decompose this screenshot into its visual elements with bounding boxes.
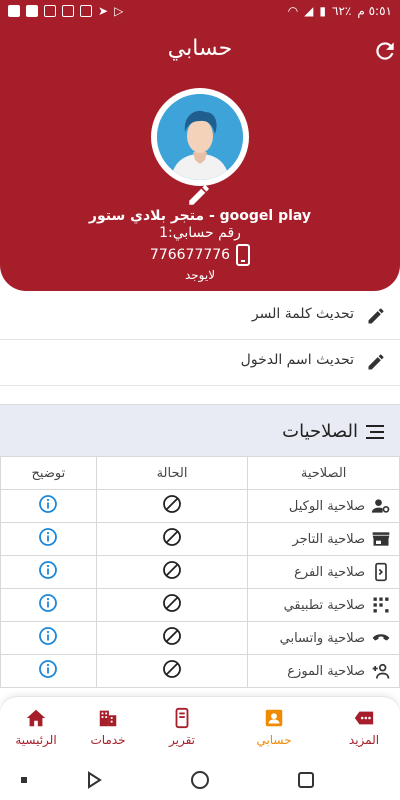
nav-more-label: المزيد xyxy=(348,733,380,747)
nav-home-label: الرئيسية xyxy=(15,733,57,747)
permissions-title: الصلاحيات xyxy=(282,421,358,442)
status-icons-left: ➤ ▷ xyxy=(8,4,123,18)
permission-name: صلاحية الفرع xyxy=(294,564,365,580)
notification-icon xyxy=(8,5,20,17)
nav-services-label: خدمات xyxy=(90,733,126,747)
app-bar: حسابي xyxy=(0,24,400,78)
disabled-status-icon xyxy=(163,528,181,546)
voicemail-icon xyxy=(62,5,74,17)
image-icon xyxy=(44,5,56,17)
home-circle-icon[interactable] xyxy=(188,768,212,792)
recents-square-icon[interactable] xyxy=(294,768,318,792)
table-row: صلاحية الموزع xyxy=(0,654,400,688)
nav-account[interactable]: حسابي xyxy=(238,707,310,755)
permissions-header: الصلاحيات xyxy=(0,404,400,456)
table-row: صلاحية الوكيل xyxy=(0,489,400,523)
back-triangle-icon[interactable] xyxy=(82,768,106,792)
table-row: صلاحية الفرع xyxy=(0,555,400,589)
avatar[interactable] xyxy=(151,88,249,186)
status-bar: ➤ ▷ ٥:٥١ م ٪٦٢ ▮ ◢ ◠ xyxy=(0,0,400,24)
phone-line: 776677776 xyxy=(0,244,400,266)
play-store-icon: ▷ xyxy=(114,4,124,18)
store-icon xyxy=(372,532,390,546)
column-status: الحالة xyxy=(95,456,249,490)
building-icon xyxy=(99,710,117,727)
update-username-label: تحديث اسم الدخول xyxy=(240,352,354,368)
avatar-image xyxy=(157,94,243,180)
disabled-status-icon xyxy=(163,594,181,612)
info-icon[interactable] xyxy=(38,626,58,646)
permissions-table: توضيح الحالة الصلاحية صلاحية الوكيل صلاح… xyxy=(0,456,400,688)
disabled-status-icon xyxy=(163,660,181,678)
disabled-status-icon xyxy=(163,561,181,579)
pencil-icon xyxy=(368,308,384,324)
notification-icon xyxy=(26,5,38,17)
update-password-label: تحديث كلمة السر xyxy=(251,306,354,322)
battery-level: ٪٦٢ xyxy=(332,4,352,18)
table-row: صلاحية التاجر xyxy=(0,522,400,556)
info-icon[interactable] xyxy=(38,494,58,514)
edit-avatar-icon[interactable] xyxy=(186,182,212,208)
update-username-row[interactable]: تحديث اسم الدخول xyxy=(0,340,400,386)
user-gear-icon xyxy=(371,499,390,513)
list-menu-icon xyxy=(366,425,384,439)
person-silhouette-icon xyxy=(157,94,243,180)
disabled-status-icon xyxy=(163,495,181,513)
nav-home[interactable]: الرئيسية xyxy=(0,707,72,755)
disabled-status-icon xyxy=(163,627,181,645)
info-icon[interactable] xyxy=(38,593,58,613)
account-card-icon xyxy=(265,709,283,727)
refresh-icon[interactable] xyxy=(372,38,398,64)
nav-account-label: حسابي xyxy=(256,733,292,747)
status-icons-right: ٥:٥١ م ٪٦٢ ▮ ◢ ◠ xyxy=(288,4,392,18)
store-name: googel play - متجر بلادي ستور xyxy=(88,208,312,224)
nav-more[interactable]: المزيد xyxy=(328,707,400,755)
people-add-icon xyxy=(372,663,390,679)
table-row: صلاحية تطبيقي xyxy=(0,588,400,622)
none-label: لايوجد xyxy=(184,268,216,282)
mobile-icon xyxy=(375,562,387,582)
report-phone-icon xyxy=(175,707,189,729)
permission-name: صلاحية الوكيل xyxy=(288,498,365,514)
signal-icon: ◢ xyxy=(304,4,314,18)
pencil-icon xyxy=(368,354,384,370)
wifi-icon: ◠ xyxy=(287,4,299,18)
info-icon[interactable] xyxy=(38,659,58,679)
battery-icon: ▮ xyxy=(319,4,327,18)
page-title: حسابي xyxy=(167,36,233,61)
nav-services[interactable]: خدمات xyxy=(72,707,144,755)
phone-handset-icon xyxy=(372,634,390,641)
table-row: صلاحية واتسابي xyxy=(0,621,400,655)
status-time: ٥:٥١ م xyxy=(357,4,392,18)
system-navigation-bar xyxy=(0,760,400,800)
permission-name: صلاحية الموزع xyxy=(287,663,365,679)
info-icon[interactable] xyxy=(38,560,58,580)
mobile-icon xyxy=(236,244,251,266)
permission-name: صلاحية واتسابي xyxy=(279,630,365,646)
laptop-icon xyxy=(80,5,92,17)
account-number: رقم حسابي:1 xyxy=(159,225,241,241)
info-icon[interactable] xyxy=(38,527,58,547)
telegram-icon: ➤ xyxy=(98,4,109,18)
bottom-navigation: المزيد حسابي تقرير خدمات الرئيسية xyxy=(0,696,400,760)
home-icon xyxy=(26,709,46,727)
grid-pattern-icon xyxy=(373,597,389,613)
update-password-row[interactable]: تحديث كلمة السر xyxy=(0,294,400,340)
more-tag-icon xyxy=(354,711,374,725)
table-header-row: توضيح الحالة الصلاحية xyxy=(0,456,400,490)
profile-header: googel play - متجر بلادي ستور رقم حسابي:… xyxy=(0,78,400,291)
permission-name: صلاحية التاجر xyxy=(292,531,365,547)
square-small-icon[interactable] xyxy=(12,768,36,792)
column-description: توضيح xyxy=(0,456,97,490)
phone-number: 776677776 xyxy=(149,247,231,263)
nav-report[interactable]: تقرير xyxy=(146,707,218,755)
nav-report-label: تقرير xyxy=(169,733,195,747)
column-permission: الصلاحية xyxy=(247,456,400,490)
permission-name: صلاحية تطبيقي xyxy=(283,597,365,613)
